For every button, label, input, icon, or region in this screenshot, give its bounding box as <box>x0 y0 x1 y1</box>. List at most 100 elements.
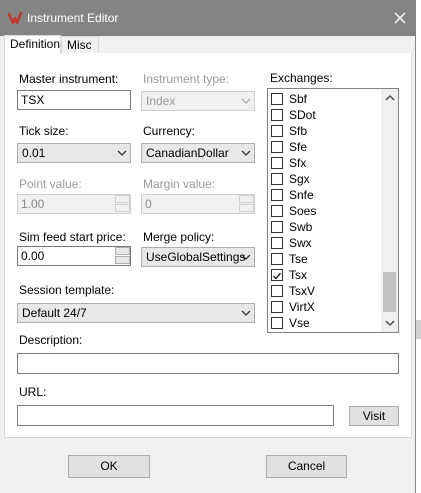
checkmark-icon <box>273 272 282 280</box>
exchange-item-sfb[interactable]: Sfb <box>271 123 381 139</box>
margin-value-value: 0 <box>145 197 152 211</box>
sim-feed-label: Sim feed start price: <box>19 230 126 244</box>
exchange-item-virtx[interactable]: VirtX <box>271 299 381 315</box>
spin-up-icon <box>239 195 254 203</box>
margin-value-stepper: 0 <box>141 194 255 214</box>
session-template-value: Default 24/7 <box>22 306 87 320</box>
exchange-label: Swx <box>289 236 312 250</box>
exchange-item-sdot[interactable]: SDot <box>271 107 381 123</box>
tick-size-select[interactable]: 0.01 <box>17 143 131 163</box>
exchange-label: VirtX <box>289 300 315 314</box>
exchange-label: Snfe <box>289 188 314 202</box>
sim-feed-spin[interactable] <box>115 247 130 265</box>
master-instrument-input[interactable]: TSX <box>17 90 131 110</box>
exchanges-list[interactable]: Sbf SDot Sfb Sfe Sfx Sgx Snfe Soes Swb Swx Tse Tsx T… <box>267 88 399 333</box>
ninja-logo-icon <box>8 11 22 25</box>
instrument-type-select: Index <box>141 91 255 111</box>
exchange-label: SDot <box>289 108 316 122</box>
point-value-label: Point value: <box>19 177 82 191</box>
exchange-item-tsxv[interactable]: TsxV <box>271 283 381 299</box>
exchange-checkbox[interactable] <box>271 125 283 137</box>
ok-button[interactable]: OK <box>68 455 150 478</box>
currency-select[interactable]: CanadianDollar <box>141 143 255 163</box>
chevron-down-icon <box>117 150 127 156</box>
exchanges-scrollbar[interactable] <box>381 89 398 332</box>
exchange-checkbox[interactable] <box>271 237 283 249</box>
exchange-checkbox[interactable] <box>271 253 283 265</box>
exchange-item-soes[interactable]: Soes <box>271 203 381 219</box>
tab-definition[interactable]: Definition <box>4 35 61 54</box>
exchange-checkbox[interactable] <box>271 173 283 185</box>
instrument-editor-window: Instrument Editor Definition Misc Master… <box>0 0 416 493</box>
exchange-label: Tse <box>289 252 308 266</box>
spin-up-icon[interactable] <box>115 247 130 255</box>
exchange-label: Sfb <box>289 124 308 138</box>
exchange-item-swx[interactable]: Swx <box>271 235 381 251</box>
merge-policy-label: Merge policy: <box>143 230 215 244</box>
cancel-button[interactable]: Cancel <box>266 455 347 478</box>
title-bar: Instrument Editor <box>0 0 416 36</box>
tick-size-label: Tick size: <box>19 124 69 138</box>
instrument-type-value: Index <box>146 94 176 108</box>
scrollbar-thumb[interactable] <box>383 272 396 312</box>
window-title: Instrument Editor <box>27 11 119 25</box>
exchange-item-tsx[interactable]: Tsx <box>271 267 381 283</box>
visit-button[interactable]: Visit <box>349 406 399 426</box>
exchange-item-vse[interactable]: Vse <box>271 315 381 331</box>
chevron-down-icon <box>241 150 251 156</box>
exchange-checkbox[interactable] <box>271 157 283 169</box>
exchange-item-sfx[interactable]: Sfx <box>271 155 381 171</box>
url-input[interactable] <box>17 405 334 426</box>
exchange-checkbox[interactable] <box>271 205 283 217</box>
session-template-select[interactable]: Default 24/7 <box>17 303 255 323</box>
exchange-label: Sgx <box>289 172 310 186</box>
exchange-label: Sfe <box>289 140 308 154</box>
exchange-checkbox[interactable] <box>271 109 283 121</box>
sim-feed-stepper[interactable]: 0.00 <box>17 246 131 266</box>
exchange-checkbox[interactable] <box>271 93 283 105</box>
exchange-checkbox[interactable] <box>271 189 283 201</box>
spin-up-icon <box>115 195 130 203</box>
exchange-checkbox[interactable] <box>271 301 283 313</box>
exchange-label: Vse <box>289 316 310 330</box>
tab-misc[interactable]: Misc <box>61 36 99 53</box>
scroll-down-icon[interactable] <box>381 315 398 332</box>
exchange-item-sfe[interactable]: Sfe <box>271 139 381 155</box>
exchange-label: TsxV <box>289 284 316 298</box>
exchange-checkbox[interactable] <box>271 285 283 297</box>
close-button[interactable] <box>388 6 412 30</box>
chevron-down-icon <box>241 254 251 260</box>
instrument-type-label: Instrument type: <box>143 72 230 86</box>
exchange-label: Soes <box>289 204 317 218</box>
exchange-checkbox[interactable] <box>271 221 283 233</box>
exchanges-label: Exchanges: <box>270 71 333 85</box>
exchange-checkbox[interactable] <box>271 317 283 329</box>
scroll-up-icon[interactable] <box>381 89 398 106</box>
currency-value: CanadianDollar <box>146 146 229 160</box>
merge-policy-value: UseGlobalSettings <box>146 250 246 264</box>
exchange-label: Sbf <box>289 92 308 106</box>
margin-value-label: Margin value: <box>143 177 216 191</box>
merge-policy-select[interactable]: UseGlobalSettings <box>141 247 255 267</box>
exchange-item-sgx[interactable]: Sgx <box>271 171 381 187</box>
url-label: URL: <box>19 385 47 399</box>
exchange-item-snfe[interactable]: Snfe <box>271 187 381 203</box>
master-instrument-label: Master instrument: <box>19 72 119 86</box>
exchange-checkbox[interactable] <box>271 141 283 153</box>
exchange-item-sbf[interactable]: Sbf <box>271 91 381 107</box>
exchange-item-xetra[interactable]: Xetra <box>271 331 381 332</box>
description-input[interactable] <box>17 353 399 374</box>
session-template-label: Session template: <box>19 283 115 297</box>
exchange-item-swb[interactable]: Swb <box>271 219 381 235</box>
currency-label: Currency: <box>143 124 196 138</box>
spin-down-icon <box>239 204 254 212</box>
spin-down-icon[interactable] <box>115 256 130 264</box>
margin-value-spin <box>239 195 254 213</box>
chevron-down-icon <box>241 98 251 104</box>
close-icon <box>394 12 406 24</box>
exchange-checkbox[interactable] <box>271 269 283 281</box>
exchange-label: Swb <box>289 220 313 234</box>
tick-size-value: 0.01 <box>22 146 46 160</box>
point-value-spin <box>115 195 130 213</box>
exchange-item-tse[interactable]: Tse <box>271 251 381 267</box>
